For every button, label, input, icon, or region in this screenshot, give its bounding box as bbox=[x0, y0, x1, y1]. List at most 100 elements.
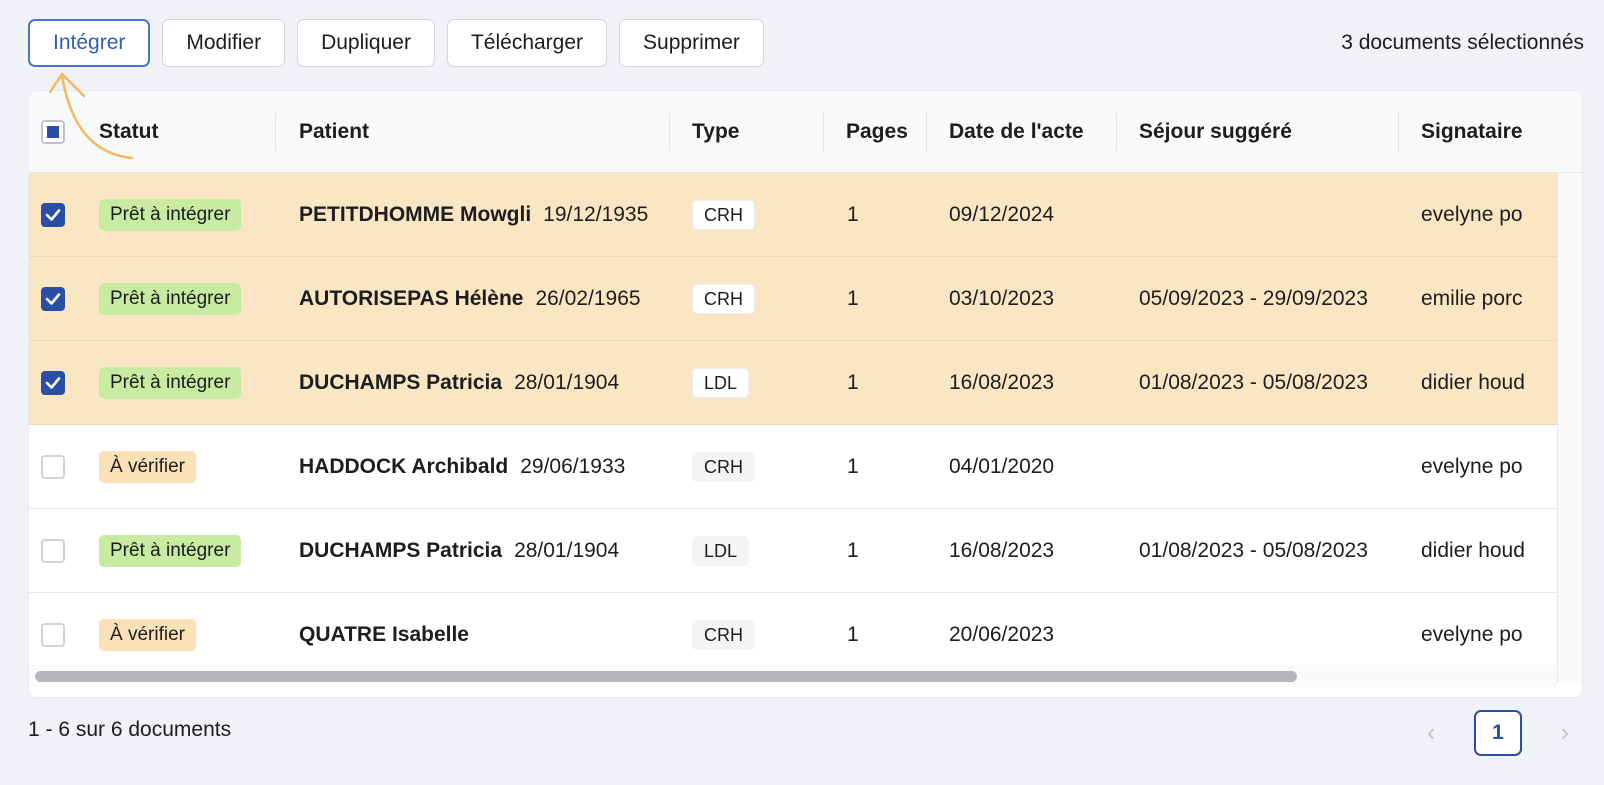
check-icon bbox=[45, 209, 61, 221]
modifier-button[interactable]: Modifier bbox=[162, 19, 286, 67]
patient-cell: PETITDHOMME Mowgli 19/12/1935 bbox=[299, 173, 648, 257]
status-badge: Prêt à intégrer bbox=[99, 535, 242, 567]
results-count: 1 - 6 sur 6 documents bbox=[28, 718, 232, 741]
patient-dob: 28/01/1904 bbox=[514, 539, 620, 562]
status-cell: Prêt à intégrer bbox=[99, 173, 242, 257]
row-checkbox[interactable] bbox=[41, 539, 65, 563]
column-sejour[interactable]: Séjour suggéré bbox=[1139, 91, 1292, 173]
column-type[interactable]: Type bbox=[692, 91, 739, 173]
date-cell: 09/12/2024 bbox=[949, 203, 1055, 226]
date-cell: 16/08/2023 bbox=[949, 371, 1055, 394]
horizontal-scrollbar-thumb[interactable] bbox=[35, 671, 1297, 682]
pages-cell: 1 bbox=[847, 539, 859, 562]
status-badge: Prêt à intégrer bbox=[99, 199, 242, 231]
vertical-scroll-area[interactable] bbox=[1557, 173, 1582, 683]
status-badge: À vérifier bbox=[99, 619, 196, 651]
type-chip: CRH bbox=[692, 452, 755, 482]
column-separator[interactable] bbox=[926, 113, 927, 151]
row-select-cell bbox=[41, 425, 65, 509]
selection-count: 3 documents sélectionnés bbox=[1341, 31, 1584, 54]
page-button-current[interactable]: 1 bbox=[1474, 710, 1522, 756]
table-body: Prêt à intégrer PETITDHOMME Mowgli 19/12… bbox=[29, 173, 1557, 677]
type-chip: CRH bbox=[692, 200, 755, 230]
dupliquer-button[interactable]: Dupliquer bbox=[297, 19, 435, 67]
column-statut[interactable]: Statut bbox=[99, 91, 159, 173]
column-separator[interactable] bbox=[669, 113, 670, 151]
action-toolbar: Intégrer Modifier Dupliquer Télécharger … bbox=[28, 19, 764, 67]
column-separator[interactable] bbox=[823, 113, 824, 151]
pages-cell: 1 bbox=[847, 371, 859, 394]
sejour-cell: 01/08/2023 - 05/08/2023 bbox=[1139, 539, 1368, 562]
table-row[interactable]: Prêt à intégrer AUTORISEPAS Hélène 26/02… bbox=[29, 257, 1557, 341]
table-header: Statut Patient Type Pages Date de l'acte… bbox=[29, 91, 1582, 173]
type-cell: CRH bbox=[692, 173, 755, 257]
column-date[interactable]: Date de l'acte bbox=[949, 91, 1084, 173]
type-chip: CRH bbox=[692, 620, 755, 650]
type-cell: CRH bbox=[692, 425, 755, 509]
patient-dob: 26/02/1965 bbox=[535, 287, 641, 310]
row-select-cell bbox=[41, 257, 65, 341]
date-cell: 03/10/2023 bbox=[949, 287, 1055, 310]
patient-cell: DUCHAMPS Patricia 28/01/1904 bbox=[299, 341, 619, 425]
signataire-cell: evelyne po bbox=[1421, 455, 1523, 478]
column-patient[interactable]: Patient bbox=[299, 91, 369, 173]
row-checkbox[interactable] bbox=[41, 287, 65, 311]
telecharger-button[interactable]: Télécharger bbox=[446, 19, 608, 67]
status-badge: Prêt à intégrer bbox=[99, 367, 242, 399]
table-row[interactable]: Prêt à intégrer DUCHAMPS Patricia 28/01/… bbox=[29, 341, 1557, 425]
signataire-cell: emilie porc bbox=[1421, 287, 1523, 310]
patient-name: HADDOCK Archibald bbox=[299, 455, 509, 478]
row-checkbox[interactable] bbox=[41, 455, 65, 479]
patient-name: AUTORISEPAS Hélène bbox=[299, 287, 524, 310]
row-select-cell bbox=[41, 173, 65, 257]
status-cell: Prêt à intégrer bbox=[99, 341, 242, 425]
signataire-cell: didier houd bbox=[1421, 539, 1525, 562]
type-chip: LDL bbox=[692, 368, 750, 398]
row-select-cell bbox=[41, 341, 65, 425]
patient-cell: HADDOCK Archibald 29/06/1933 bbox=[299, 425, 625, 509]
integrer-button[interactable]: Intégrer bbox=[28, 19, 151, 67]
patient-name: DUCHAMPS Patricia bbox=[299, 371, 503, 394]
column-pages[interactable]: Pages bbox=[846, 91, 908, 173]
date-cell: 16/08/2023 bbox=[949, 539, 1055, 562]
pages-cell: 1 bbox=[847, 203, 859, 226]
pagination: ‹ 1 › bbox=[1420, 710, 1576, 756]
status-cell: Prêt à intégrer bbox=[99, 257, 242, 341]
table-row[interactable]: Prêt à intégrer DUCHAMPS Patricia 28/01/… bbox=[29, 509, 1557, 593]
row-checkbox[interactable] bbox=[41, 623, 65, 647]
column-signataire[interactable]: Signataire bbox=[1421, 91, 1523, 173]
status-cell: À vérifier bbox=[99, 425, 196, 509]
patient-name: DUCHAMPS Patricia bbox=[299, 539, 503, 562]
type-cell: CRH bbox=[692, 257, 755, 341]
signataire-cell: didier houd bbox=[1421, 371, 1525, 394]
status-badge: Prêt à intégrer bbox=[99, 283, 242, 315]
column-separator[interactable] bbox=[1116, 113, 1117, 151]
select-all-cell bbox=[41, 91, 65, 173]
patient-dob: 29/06/1933 bbox=[520, 455, 626, 478]
row-checkbox[interactable] bbox=[41, 203, 65, 227]
documents-page: Intégrer Modifier Dupliquer Télécharger … bbox=[0, 0, 1604, 785]
row-select-cell bbox=[41, 509, 65, 593]
pages-cell: 1 bbox=[847, 287, 859, 310]
documents-table: Statut Patient Type Pages Date de l'acte… bbox=[28, 90, 1583, 698]
type-chip: LDL bbox=[692, 536, 750, 566]
signataire-cell: evelyne po bbox=[1421, 203, 1523, 226]
type-chip: CRH bbox=[692, 284, 755, 314]
date-cell: 04/01/2020 bbox=[949, 455, 1055, 478]
pages-cell: 1 bbox=[847, 455, 859, 478]
column-separator[interactable] bbox=[275, 113, 276, 151]
supprimer-button[interactable]: Supprimer bbox=[619, 19, 764, 67]
chevron-left-icon[interactable]: ‹ bbox=[1420, 719, 1442, 747]
row-checkbox[interactable] bbox=[41, 371, 65, 395]
chevron-right-icon[interactable]: › bbox=[1554, 719, 1576, 747]
patient-cell: DUCHAMPS Patricia 28/01/1904 bbox=[299, 509, 619, 593]
table-row[interactable]: Prêt à intégrer PETITDHOMME Mowgli 19/12… bbox=[29, 173, 1557, 257]
patient-name: PETITDHOMME Mowgli bbox=[299, 203, 532, 226]
table-row[interactable]: À vérifier HADDOCK Archibald 29/06/1933 … bbox=[29, 425, 1557, 509]
select-all-checkbox[interactable] bbox=[41, 120, 65, 144]
status-badge: À vérifier bbox=[99, 451, 196, 483]
check-icon bbox=[45, 377, 61, 389]
sejour-cell: 05/09/2023 - 29/09/2023 bbox=[1139, 287, 1368, 310]
status-cell: Prêt à intégrer bbox=[99, 509, 242, 593]
column-separator[interactable] bbox=[1398, 113, 1399, 151]
